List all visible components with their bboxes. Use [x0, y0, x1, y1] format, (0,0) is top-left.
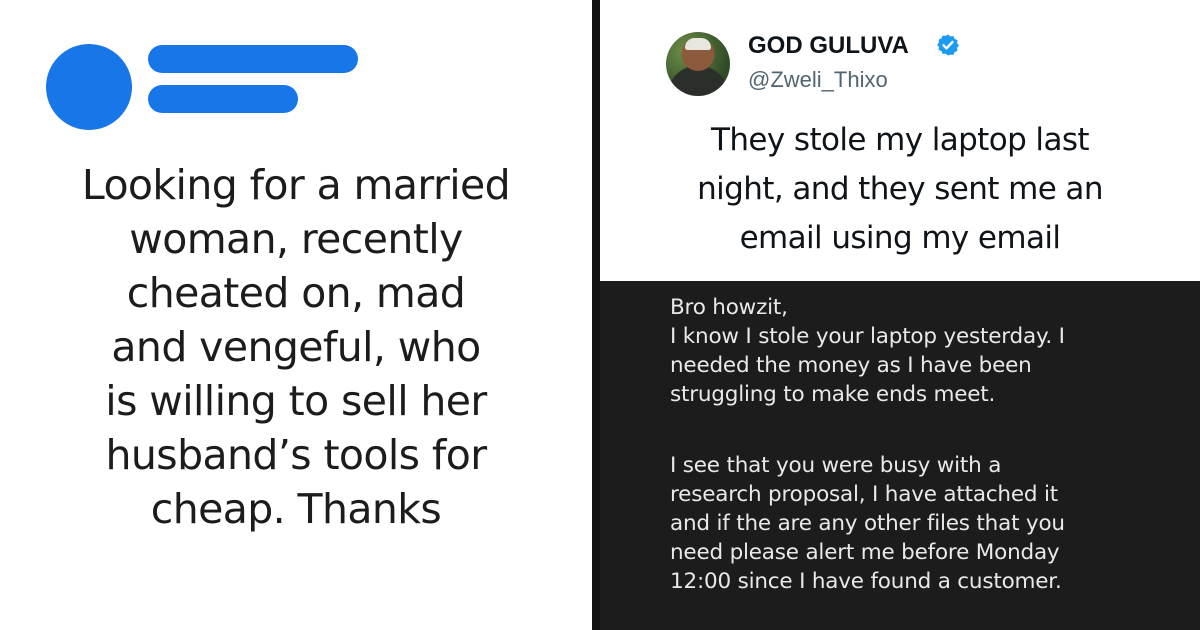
panel-divider: [592, 0, 600, 630]
left-post-panel: Looking for a married woman, recently ch…: [0, 0, 592, 630]
email-screenshot: Bro howzit, I know I stole your laptop y…: [600, 281, 1200, 630]
tweet-card: GOD GULUVA @Zweli_Thixo They stole my la…: [600, 0, 1200, 281]
user-avatar[interactable]: [666, 32, 730, 96]
right-tweet-panel: GOD GULUVA @Zweli_Thixo They stole my la…: [600, 0, 1200, 630]
post-text: Looking for a married woman, recently ch…: [81, 161, 511, 533]
verified-badge-icon: [937, 34, 959, 56]
user-handle[interactable]: @Zweli_Thixo: [748, 67, 888, 93]
email-paragraph-1: Bro howzit, I know I stole your laptop y…: [670, 295, 1065, 407]
logo-bar-long: [148, 45, 358, 73]
tweet-text: They stole my laptop last night, and the…: [697, 122, 1103, 256]
logo-bar-short: [148, 85, 298, 113]
email-paragraph-2: I see that you were busy with a research…: [670, 453, 1065, 594]
avatar-cap-shape: [685, 38, 711, 50]
display-name[interactable]: GOD GULUVA: [748, 32, 909, 60]
logo-circle: [46, 44, 132, 130]
